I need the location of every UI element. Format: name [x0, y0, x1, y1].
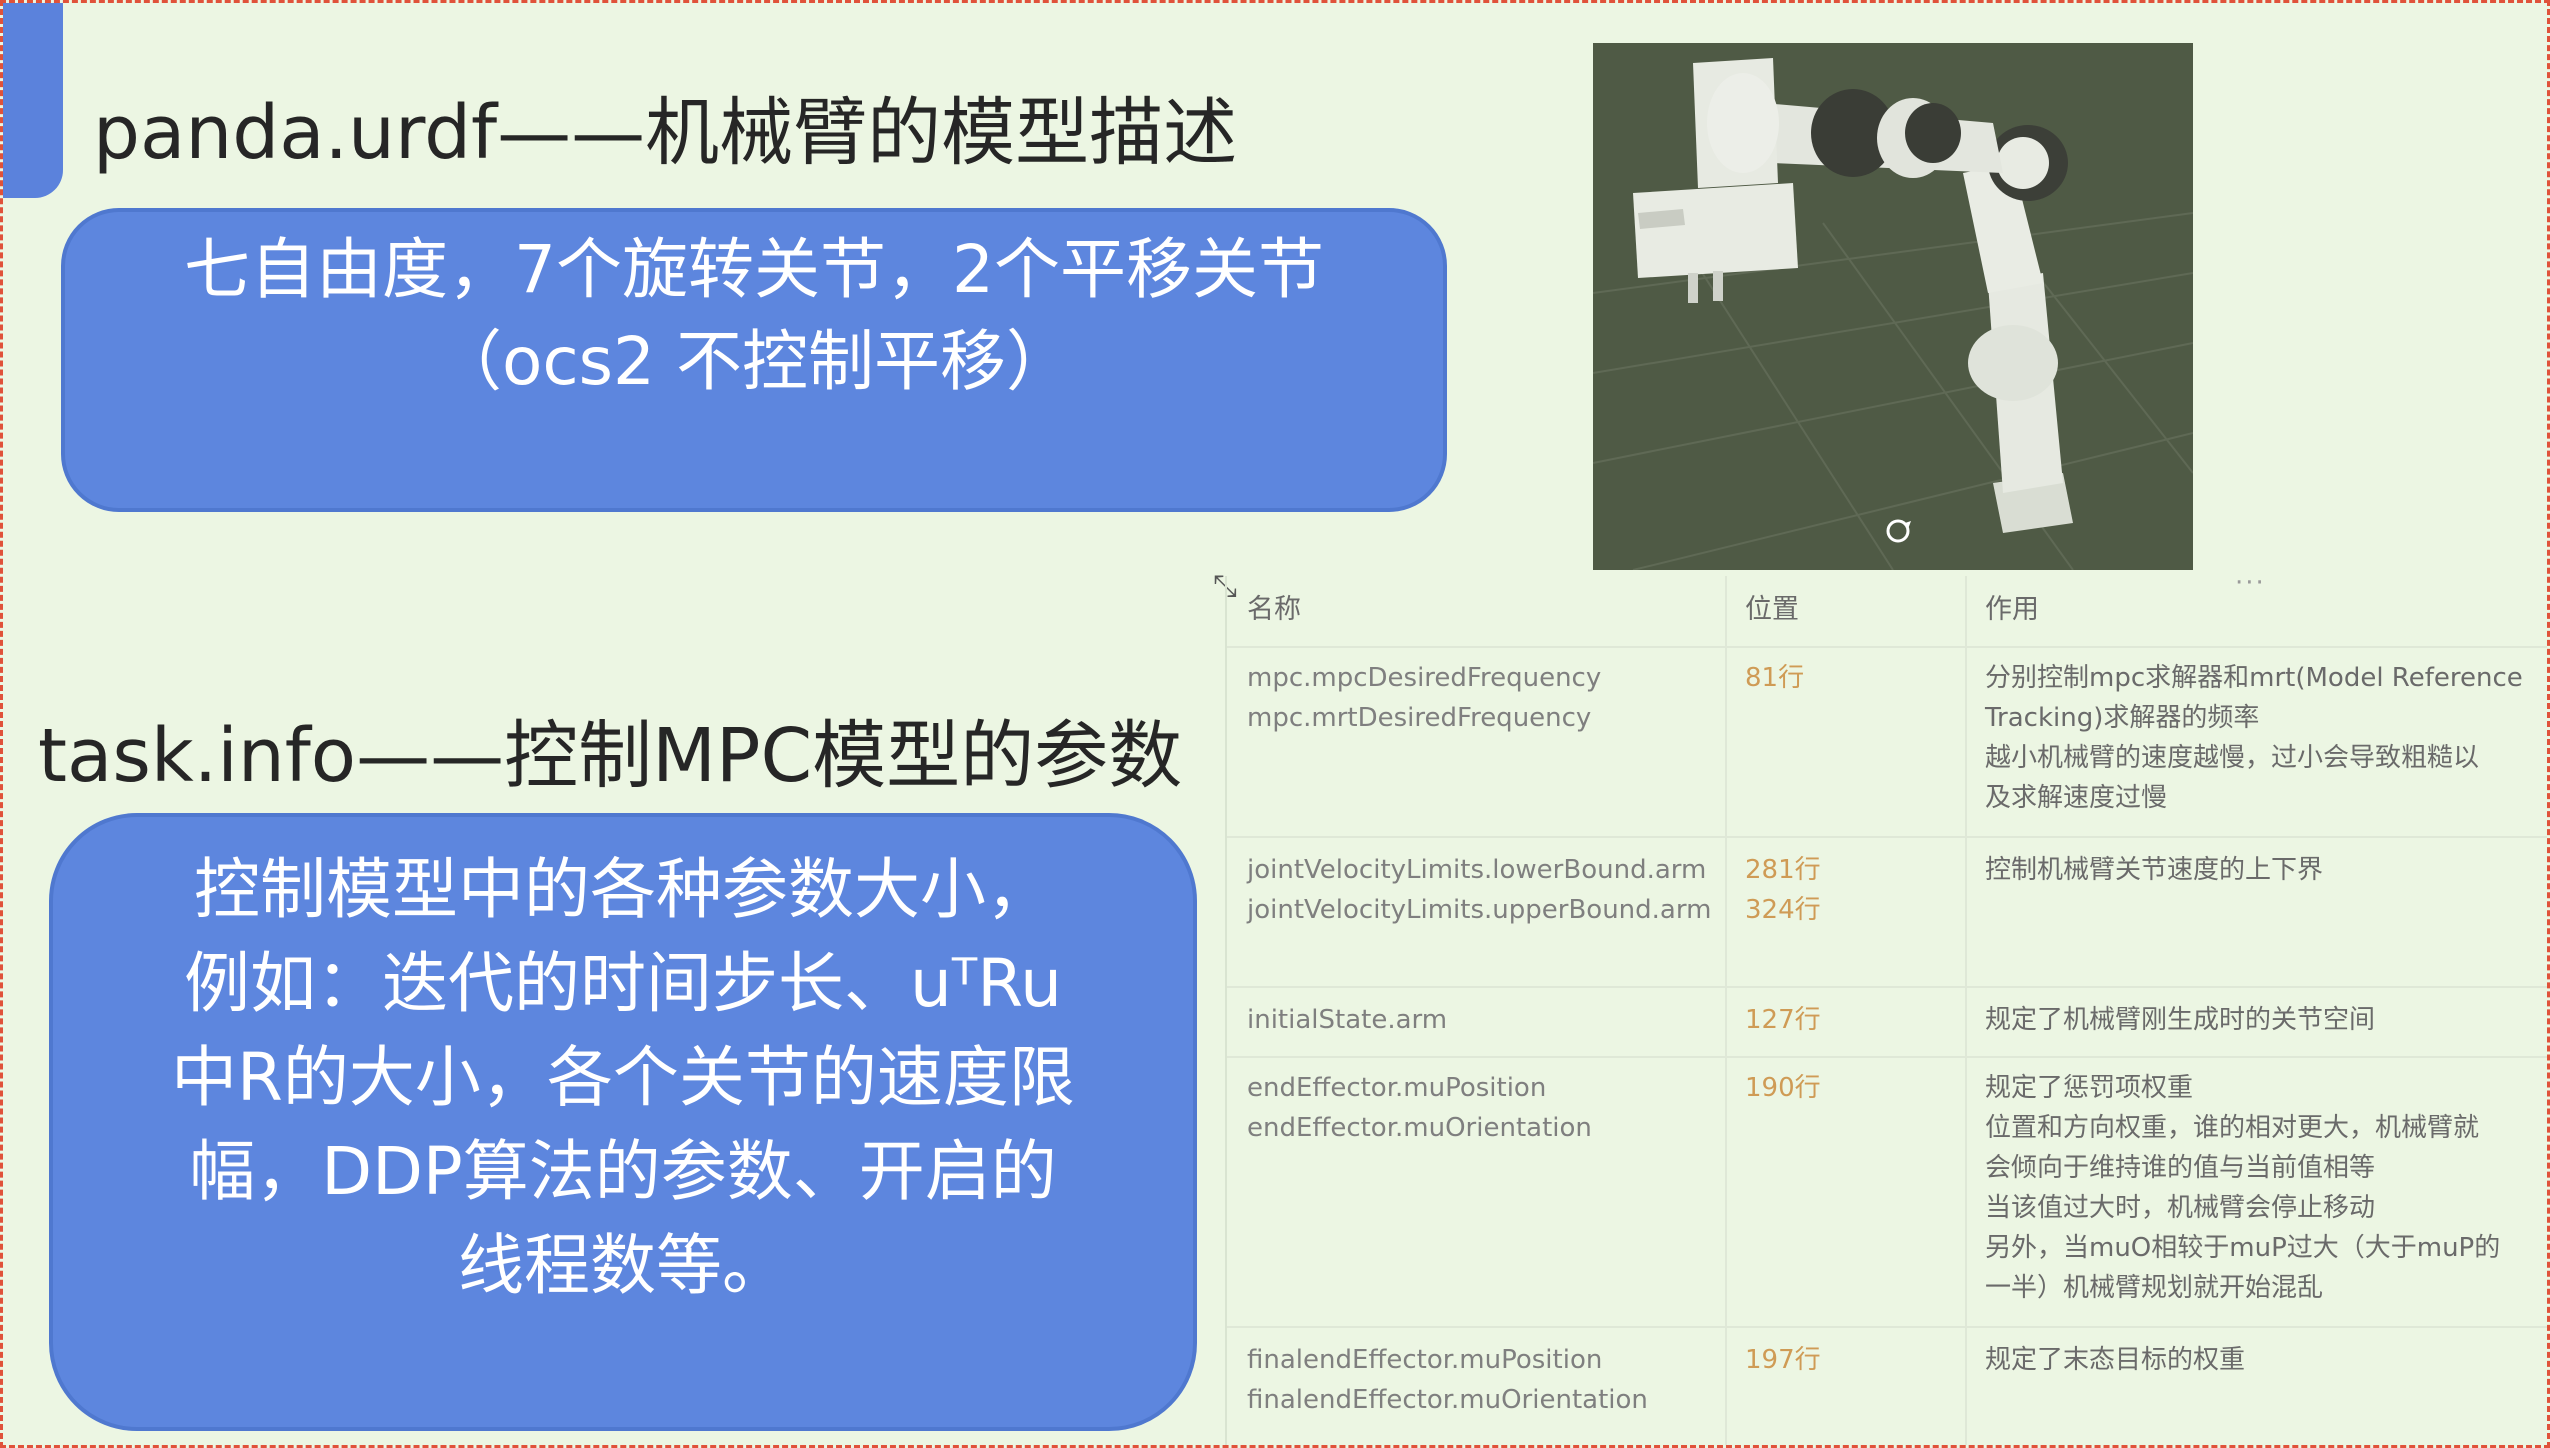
- param-name: initialState.arm: [1247, 1005, 1448, 1035]
- task-info-line: 例如：迭代的时间步长、uᵀRu: [184, 945, 1062, 1022]
- param-position: 127行: [1745, 1005, 1821, 1035]
- task-info-line: 幅，DDP算法的参数、开启的: [189, 1133, 1057, 1210]
- urdf-description-box: 七自由度，7个旋转关节，2个平移关节 （ocs2 不控制平移）: [61, 208, 1447, 512]
- param-position: 197行: [1745, 1345, 1821, 1375]
- slide: panda.urdf——机械臂的模型描述 七自由度，7个旋转关节，2个平移关节 …: [0, 0, 2550, 1448]
- param-position: 281行 324行: [1745, 855, 1821, 925]
- corner-accent-tab: [3, 3, 63, 198]
- param-name: mpc.mpcDesiredFrequency mpc.mrtDesiredFr…: [1247, 663, 1602, 733]
- parameter-table: 名称 位置 作用 mpc.mpcDesiredFrequency mpc.mrt…: [1225, 576, 2547, 1445]
- robot-arm-image[interactable]: [1593, 43, 2193, 570]
- table-row[interactable]: endEffector.muPosition endEffector.muOri…: [1227, 1058, 2547, 1328]
- param-position: 190行: [1745, 1073, 1821, 1103]
- param-name: endEffector.muPosition endEffector.muOri…: [1247, 1073, 1592, 1143]
- rotate-icon[interactable]: [1886, 519, 1911, 543]
- param-role: 规定了末态目标的权重: [1985, 1345, 2246, 1375]
- robot-arm-illustration: [1593, 58, 2193, 570]
- param-position: 81行: [1745, 663, 1805, 693]
- header-name: 名称: [1247, 594, 1301, 625]
- param-role: 规定了机械臂刚生成时的关节空间: [1985, 1005, 2376, 1035]
- table-row[interactable]: initialState.arm 127行 规定了机械臂刚生成时的关节空间: [1227, 988, 2547, 1058]
- heading-panda-urdf: panda.urdf——机械臂的模型描述: [93, 90, 1238, 176]
- param-name: jointVelocityLimits.lowerBound.arm joint…: [1247, 855, 1712, 925]
- header-role: 作用: [1985, 594, 2039, 625]
- table-row[interactable]: finalendEffector.muPosition finalendEffe…: [1227, 1328, 2547, 1445]
- task-info-line: 控制模型中的各种参数大小，: [194, 851, 1052, 928]
- header-position: 位置: [1745, 594, 1799, 625]
- urdf-line: 七自由度，7个旋转关节，2个平移关节: [184, 231, 1324, 308]
- table-row[interactable]: mpc.mpcDesiredFrequency mpc.mrtDesiredFr…: [1227, 648, 2547, 838]
- param-role: 规定了惩罚项权重 位置和方向权重，谁的相对更大，机械臂就 会倾向于维持谁的值与当…: [1985, 1073, 2501, 1303]
- heading-task-info: task.info——控制MPC模型的参数: [38, 713, 1183, 799]
- param-role: 分别控制mpc求解器和mrt(Model Reference Tracking)…: [1985, 663, 2523, 813]
- param-role: 控制机械臂关节速度的上下界: [1985, 855, 2324, 885]
- task-info-line: 中R的大小，各个关节的速度限: [171, 1039, 1075, 1116]
- task-info-line: 线程数等。: [458, 1227, 788, 1304]
- table-header-row: 名称 位置 作用: [1227, 576, 2547, 648]
- param-name: finalendEffector.muPosition finalendEffe…: [1247, 1345, 1648, 1415]
- table-row[interactable]: jointVelocityLimits.lowerBound.arm joint…: [1227, 838, 2547, 988]
- task-info-description-box: 控制模型中的各种参数大小， 例如：迭代的时间步长、uᵀRu 中R的大小，各个关节…: [49, 813, 1197, 1431]
- urdf-line: （ocs2 不控制平移）: [435, 323, 1073, 400]
